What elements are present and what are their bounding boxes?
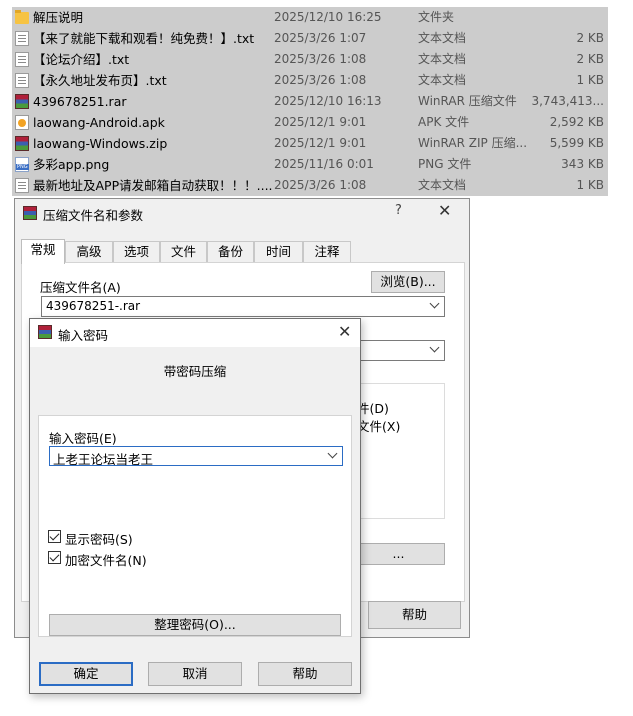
file-name: 多彩app.png [33,157,110,172]
file-row[interactable]: laowang-Windows.zip 2025/12/1 9:01 WinRA… [12,133,608,154]
set-password-button[interactable]: ... [352,543,445,565]
chevron-down-icon[interactable] [327,448,338,459]
tab-time[interactable]: 时间 [254,241,303,263]
file-name: 439678251.rar [33,94,127,109]
password-dialog-title: 输入密码 [58,328,109,343]
tab-backup[interactable]: 备份 [207,241,254,263]
option-sfx-label: 文件(X) [357,419,401,434]
folder-icon [15,10,29,24]
title-bar: 压缩文件名和参数 ? ✕ [15,199,469,227]
text-file-icon [15,52,29,67]
archive-name-label: 压缩文件名(A) [40,280,121,295]
tab-general[interactable]: 常规 [21,239,65,264]
file-date: 2025/3/26 1:07 [274,31,367,45]
file-date: 2025/12/1 9:01 [274,136,367,150]
file-row[interactable]: 439678251.rar 2025/12/10 16:13 WinRAR 压缩… [12,91,608,112]
show-password-label: 显示密码(S) [65,532,133,547]
file-name: 【论坛介绍】.txt [33,52,130,67]
archive-name-combo[interactable]: 439678251-.rar [41,296,445,317]
chevron-down-icon [429,342,440,353]
archiving-options-group: 件(D) 文件(X) [352,383,445,519]
tab-files[interactable]: 文件 [160,241,207,263]
png-file-icon [15,157,29,172]
checkbox-checked[interactable] [48,530,61,543]
file-date: 2025/3/26 1:08 [274,178,367,192]
apk-file-icon [15,115,29,130]
file-size: 2,592 KB [549,115,604,129]
file-row[interactable]: 多彩app.png 2025/11/16 0:01 PNG 文件 343 KB [12,154,608,175]
password-dialog: 输入密码 ✕ 带密码压缩 输入密码(E) 上老王论坛当老王 显示密码(S) 加密… [29,318,361,694]
password-input[interactable]: 上老王论坛当老王 [49,446,343,467]
file-size: 5,599 KB [549,136,604,150]
password-heading: 带密码压缩 [163,364,227,379]
file-row[interactable]: 最新地址及APP请发邮箱自动获取！！！.... 2025/3/26 1:08 文… [12,175,608,196]
tab-comment[interactable]: 注释 [303,241,351,263]
option-delete-files-label: 件(D) [357,401,389,416]
help-button[interactable]: 帮助 [258,662,352,686]
winrar-archive-icon [15,136,29,151]
winrar-icon [38,325,52,339]
file-size: 1 KB [576,73,604,87]
file-size: 2 KB [576,31,604,45]
organize-passwords-button[interactable]: 整理密码(O)... [49,614,341,636]
file-date: 2025/3/26 1:08 [274,73,367,87]
file-name: 解压说明 [33,10,84,25]
chevron-down-icon [429,298,440,309]
format-combo[interactable] [352,340,445,361]
text-file-icon [15,31,29,46]
password-input-label: 输入密码(E) [49,431,117,446]
text-file-icon [15,73,29,88]
password-title-bar: 输入密码 ✕ [30,319,360,347]
password-value: 上老王论坛当老王 [53,452,154,467]
file-date: 2025/11/16 0:01 [274,157,374,171]
file-date: 2025/12/1 9:01 [274,115,367,129]
file-date: 2025/3/26 1:08 [274,52,367,66]
file-row[interactable]: 【来了就能下载和观看！纯免费！】.txt 2025/3/26 1:07 文本文档… [12,28,608,49]
dialog-title: 压缩文件名和参数 [43,208,144,223]
file-size: 343 KB [561,157,604,171]
file-name: laowang-Windows.zip [33,136,168,151]
file-size: 1 KB [576,178,604,192]
file-type: 文件夹 [418,10,455,24]
file-date: 2025/12/10 16:25 [274,10,382,24]
cancel-button[interactable]: 取消 [148,662,242,686]
help-question-icon[interactable]: ? [395,203,402,218]
file-date: 2025/12/10 16:13 [274,94,382,108]
file-row[interactable]: laowang-Android.apk 2025/12/1 9:01 APK 文… [12,112,608,133]
checkbox-checked[interactable] [48,551,61,564]
tab-options[interactable]: 选项 [113,241,160,263]
file-name: 最新地址及APP请发邮箱自动获取！！！.... [33,178,273,193]
file-size: 3,743,413... [531,94,604,108]
password-panel: 输入密码(E) 上老王论坛当老王 [38,415,352,637]
encrypt-filenames-label: 加密文件名(N) [65,553,147,568]
file-name: 【来了就能下载和观看！纯免费！】.txt [33,31,255,46]
tab-advanced[interactable]: 高级 [65,241,113,263]
file-row[interactable]: 【永久地址发布页】.txt 2025/3/26 1:08 文本文档 1 KB [12,70,608,91]
browse-button[interactable]: 浏览(B)... [371,271,445,293]
file-name: 【永久地址发布页】.txt [33,73,167,88]
winrar-archive-icon [15,94,29,109]
winrar-icon [23,206,37,220]
file-list: 解压说明 2025/12/10 16:25 文件夹 【来了就能下载和观看！纯免费… [12,7,608,196]
file-name: laowang-Android.apk [33,115,165,130]
text-file-icon [15,178,29,193]
file-row[interactable]: 解压说明 2025/12/10 16:25 文件夹 [12,7,608,28]
close-icon[interactable]: ✕ [338,322,351,341]
help-button[interactable]: 帮助 [368,601,461,629]
close-icon[interactable]: ✕ [438,201,451,220]
file-row[interactable]: 【论坛介绍】.txt 2025/3/26 1:08 文本文档 2 KB [12,49,608,70]
archive-name-value: 439678251-.rar [46,299,141,313]
ok-button[interactable]: 确定 [39,662,133,686]
file-size: 2 KB [576,52,604,66]
